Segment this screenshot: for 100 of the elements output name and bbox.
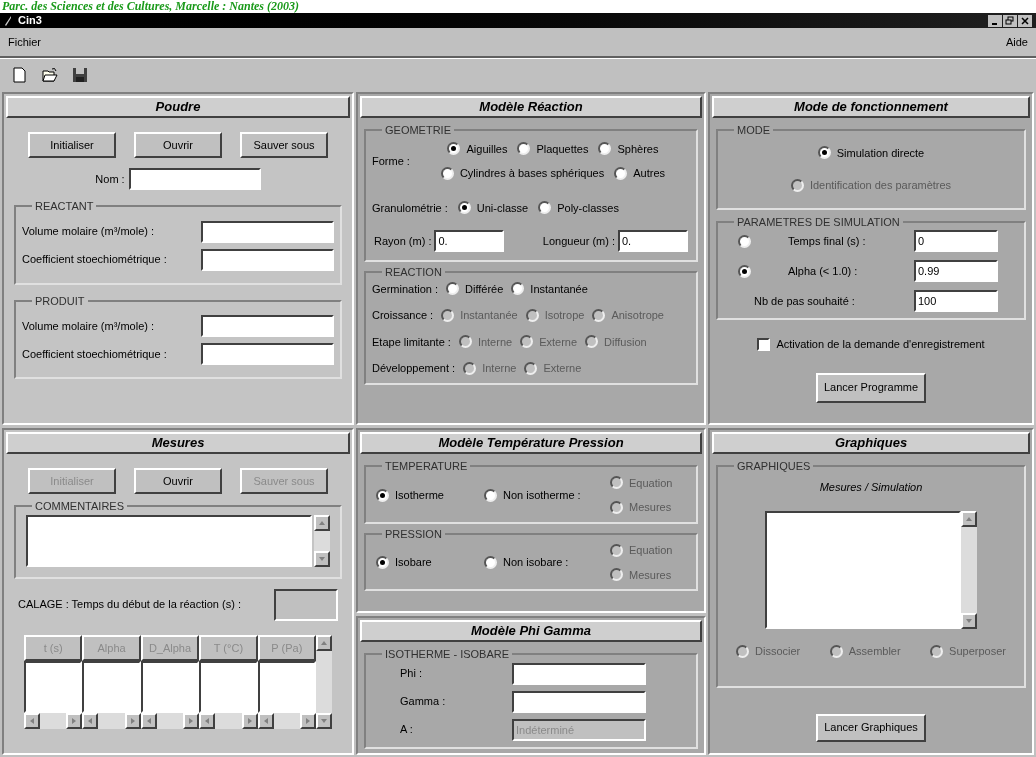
option-label[interactable]: Simulation directe [836, 144, 925, 161]
radio-button[interactable] [484, 556, 497, 569]
name-field[interactable] [128, 168, 261, 190]
menu-item[interactable]: Fichier [8, 33, 41, 51]
restore-icon[interactable] [1003, 14, 1017, 27]
radio-button[interactable] [614, 166, 628, 180]
button[interactable]: Lancer Graphiques [816, 713, 926, 742]
panel-title: Poudre [6, 96, 350, 118]
table-cell[interactable] [199, 660, 258, 713]
time-field[interactable] [274, 588, 338, 621]
field-label: Coefficient stoechiométrique : [22, 252, 167, 268]
radio-button[interactable] [538, 201, 552, 215]
button[interactable]: Sauver sous [240, 132, 328, 158]
button[interactable]: Lancer Programme [815, 372, 927, 403]
option-label: Externe [539, 334, 578, 350]
input-field[interactable] [201, 343, 334, 365]
radio-button[interactable] [511, 282, 525, 296]
option-label[interactable]: Autres [633, 165, 665, 182]
field-label: Développement : [372, 361, 456, 376]
field-label: Volume molaire (m³/mole) : [22, 224, 155, 240]
button[interactable]: Initialiser [28, 132, 116, 158]
table-cell[interactable] [82, 660, 141, 713]
radio-button[interactable] [517, 142, 531, 156]
input-field[interactable]: 0.99 [914, 260, 998, 282]
input-field[interactable] [512, 662, 646, 685]
group-title: GEOMETRIE [384, 123, 452, 138]
field-label: Alpha (< 1.0) : [788, 263, 859, 279]
caption-text: Parc. des Sciences et des Cultures, Marcelle : Nantes (2003) [1, 0, 300, 13]
option-label[interactable]: Cylindres à bases sphériques [459, 165, 605, 182]
option-label: Interne [477, 334, 513, 350]
field-label: Germination : [372, 281, 439, 297]
input-field[interactable] [201, 220, 334, 243]
option-label[interactable]: Aiguilles [466, 140, 508, 157]
option-label[interactable]: Isobare [395, 554, 432, 571]
group-title: GRAPHIQUES [736, 459, 812, 474]
group-title: ISOTHERME - ISOBARE [384, 647, 511, 662]
radio-button[interactable] [440, 166, 454, 180]
radio-button[interactable] [738, 234, 751, 248]
option-label[interactable]: Non isobare : [503, 554, 569, 571]
input-field[interactable]: 0 [914, 230, 998, 252]
table-cell[interactable] [257, 660, 317, 713]
field-label: Phi : [399, 666, 423, 682]
option-label[interactable]: Non isotherme : [503, 486, 581, 504]
option-label[interactable]: Différée [465, 280, 504, 297]
group-title: PRESSION [384, 526, 443, 542]
input-field[interactable] [201, 248, 334, 271]
input-field[interactable] [512, 690, 646, 713]
close-icon[interactable] [1018, 14, 1032, 27]
option-label: Superposer [949, 644, 1006, 659]
radio-button[interactable] [598, 142, 612, 156]
option-label[interactable]: Plaquettes [536, 140, 589, 157]
list-box[interactable] [765, 511, 961, 629]
folder-icon[interactable] [42, 66, 58, 83]
group-title: TEMPERATURE [384, 459, 469, 474]
radio-button[interactable] [457, 201, 471, 215]
input-field[interactable]: 0. [618, 230, 688, 252]
input-field[interactable]: 100 [914, 290, 998, 312]
input-field[interactable] [201, 315, 334, 337]
option-label[interactable]: Uni-classe [476, 199, 529, 216]
panel-title: Mode de fonctionnement [712, 96, 1030, 118]
button[interactable]: Ouvrir [134, 468, 222, 494]
option-label: Dissocier [755, 644, 801, 659]
field-label: Nom : [95, 171, 125, 187]
panel-title: Modèle Température Pression [360, 432, 702, 454]
option-label: Assembler [848, 644, 901, 659]
radio-button[interactable] [817, 146, 831, 160]
radio-button[interactable] [447, 142, 461, 156]
field-label: Croissance : [372, 308, 434, 323]
radio-button[interactable] [738, 264, 751, 278]
radio-button[interactable] [376, 488, 389, 502]
checkbox[interactable]: Activation de la demande d'enregistrement [716, 336, 1026, 353]
radio-button[interactable] [446, 282, 460, 296]
group-title: REACTANT [34, 199, 95, 214]
option-label: Mesures [629, 567, 672, 583]
option-label: Identification des paramètres [809, 178, 952, 193]
button[interactable]: Ouvrir [134, 132, 222, 158]
radio-button[interactable] [484, 488, 497, 502]
option-label: Equation [629, 475, 673, 491]
option-label: Equation [629, 543, 673, 558]
field-label: Temps final (s) : [788, 233, 867, 249]
menu-item[interactable]: Aide [1005, 33, 1028, 51]
table-cell[interactable] [24, 660, 83, 713]
option-label: Mesures [629, 500, 672, 515]
group-title: COMMENTAIRES [34, 499, 126, 514]
list-title: Mesures / Simulation [819, 479, 923, 495]
option-label[interactable]: Sphères [617, 140, 659, 157]
option-label: Interne [482, 361, 517, 376]
group-title: MODE [736, 123, 771, 138]
new-file-icon[interactable] [12, 66, 28, 83]
input-field[interactable]: 0. [434, 230, 505, 252]
radio-button[interactable] [376, 556, 389, 569]
field-label: A : [399, 722, 414, 738]
option-label[interactable]: Poly-classes [557, 199, 619, 216]
feather-icon [4, 15, 12, 26]
group-title: PARAMETRES DE SIMULATION [736, 214, 901, 230]
minimize-icon[interactable] [988, 14, 1002, 27]
option-label[interactable]: Instantanée [530, 280, 588, 297]
table-cell[interactable] [140, 660, 200, 713]
option-label[interactable]: Isotherme [395, 486, 444, 504]
comments-field[interactable] [26, 514, 312, 567]
